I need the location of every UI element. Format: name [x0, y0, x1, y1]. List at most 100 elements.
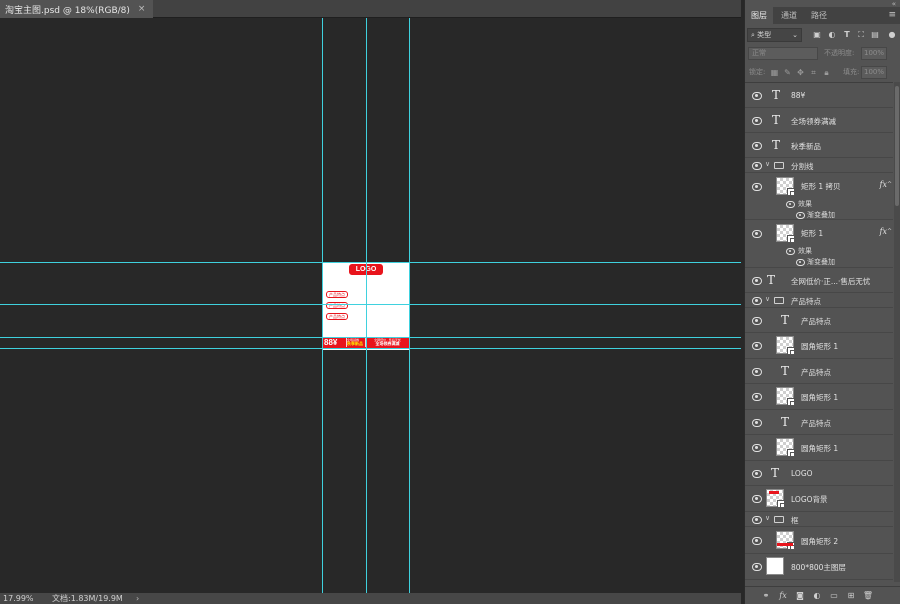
visibility-eye-icon[interactable] — [751, 536, 763, 546]
visibility-eye-icon[interactable] — [751, 229, 763, 239]
lock-artboard-icon[interactable]: ⌗ — [808, 66, 819, 79]
visibility-eye-icon[interactable] — [751, 91, 763, 101]
guide-horizontal[interactable] — [0, 304, 741, 305]
smartobject-filter-icon[interactable]: ▤ — [869, 29, 881, 41]
visibility-eye-icon[interactable] — [751, 316, 763, 326]
layer-row[interactable]: LOGO背景 — [745, 486, 893, 512]
panel-menu-icon[interactable]: ≡ — [888, 7, 896, 24]
visibility-eye-icon[interactable] — [751, 515, 763, 525]
effect-eye-icon[interactable] — [786, 201, 795, 208]
text-layer-icon: T — [781, 313, 790, 327]
layer-row[interactable]: T 全网低价·正...·售后无忧 — [745, 268, 893, 293]
type-filter-icon[interactable]: T — [841, 29, 853, 41]
layer-row[interactable]: T 产品特点 — [745, 359, 893, 384]
visibility-eye-icon[interactable] — [751, 296, 763, 306]
tab-paths[interactable]: 路径 — [805, 7, 833, 24]
filter-type-select[interactable]: ⌕ 类型 ⌄ — [747, 28, 802, 42]
canvas[interactable]: LOGO 产品特点 产品特点 产品特点 88¥ 全场领券 秋季新品 全网低价 ·… — [0, 18, 741, 593]
visibility-eye-icon[interactable] — [751, 494, 763, 504]
layer-group-row[interactable]: ∨ 分割线 — [745, 158, 893, 173]
document-tab-title: 淘宝主图.psd @ 18%(RGB/8) — [5, 5, 130, 16]
layer-thumbnail — [776, 336, 795, 355]
fx-icon[interactable]: fx — [880, 180, 887, 189]
guide-vertical[interactable] — [366, 18, 367, 593]
effect-eye-icon[interactable] — [796, 212, 805, 219]
text-layer-icon: T — [772, 113, 781, 127]
layer-row[interactable]: 圆角矩形 2 — [745, 527, 893, 554]
chevron-up-icon[interactable]: ^ — [887, 181, 892, 188]
layer-row[interactable]: 圆角矩形 1 — [745, 384, 893, 410]
visibility-eye-icon[interactable] — [751, 116, 763, 126]
layer-group-row[interactable]: ∨ 产品特点 — [745, 293, 893, 308]
new-layer-icon[interactable]: ⊞ — [845, 590, 857, 602]
layer-name: 800*800主图层 — [791, 563, 846, 572]
layer-row[interactable]: T 产品特点 — [745, 308, 893, 333]
blend-mode-select[interactable]: 正常 — [748, 47, 818, 60]
tab-layers[interactable]: 图层 — [745, 7, 773, 24]
visibility-eye-icon[interactable] — [751, 418, 763, 428]
layer-group-row[interactable]: ∨ 框 — [745, 512, 893, 527]
visibility-eye-icon[interactable] — [751, 341, 763, 351]
status-menu-arrow-icon[interactable]: › — [136, 593, 139, 604]
layer-row[interactable]: 矩形 1 拷贝 fx ^ 效果 渐变叠加 — [745, 173, 893, 220]
chevron-up-icon[interactable]: ^ — [887, 228, 892, 235]
document-tab[interactable]: 淘宝主图.psd @ 18%(RGB/8) × — [0, 0, 154, 18]
chevron-down-icon[interactable]: ∨ — [765, 295, 770, 303]
visibility-eye-icon[interactable] — [751, 469, 763, 479]
link-layers-icon[interactable]: ⚭ — [760, 590, 772, 602]
new-group-icon[interactable]: ▭ — [828, 590, 840, 602]
layer-row[interactable]: T 全场领券满减 — [745, 108, 893, 133]
layer-row[interactable]: 圆角矩形 1 — [745, 333, 893, 359]
visibility-eye-icon[interactable] — [751, 182, 763, 192]
shape-filter-icon[interactable]: ⛶ — [855, 29, 867, 41]
lock-pixels-icon[interactable]: ▦ — [769, 66, 780, 79]
visibility-eye-icon[interactable] — [751, 161, 763, 171]
filter-toggle-icon[interactable]: ● — [886, 29, 898, 41]
layer-name: 全场领券满减 — [791, 117, 836, 126]
lock-label: 锁定: — [749, 68, 766, 76]
zoom-level[interactable]: 17.99% — [3, 593, 34, 604]
visibility-eye-icon[interactable] — [751, 562, 763, 572]
layer-row[interactable]: 800*800主图层 — [745, 554, 893, 580]
layer-row[interactable]: T LOGO — [745, 461, 893, 486]
add-mask-icon[interactable]: ◙ — [794, 590, 806, 602]
layers-panel: « 图层 通道 路径 ≡ ⌕ 类型 ⌄ ▣ ◐ T ⛶ ▤ ● 正常 不透明度:… — [744, 0, 900, 604]
lock-position-icon[interactable]: ✥ — [795, 66, 806, 79]
new-adjustment-icon[interactable]: ◐ — [811, 590, 823, 602]
close-tab-icon[interactable]: × — [138, 4, 146, 14]
visibility-eye-icon[interactable] — [751, 141, 763, 151]
adjustment-filter-icon[interactable]: ◐ — [826, 29, 838, 41]
layer-row[interactable]: 矩形 1 fx ^ 效果 渐变叠加 — [745, 220, 893, 268]
tab-channels[interactable]: 通道 — [775, 7, 803, 24]
chevron-down-icon[interactable]: ∨ — [765, 160, 770, 168]
visibility-eye-icon[interactable] — [751, 443, 763, 453]
chevron-down-icon[interactable]: ∨ — [765, 514, 770, 522]
guide-vertical[interactable] — [322, 18, 323, 593]
fx-icon[interactable]: fx — [880, 227, 887, 236]
guide-horizontal[interactable] — [0, 348, 741, 349]
scrollbar-thumb[interactable] — [895, 86, 899, 206]
effect-eye-icon[interactable] — [786, 248, 795, 255]
opacity-input[interactable]: 100% — [861, 47, 887, 60]
delete-layer-icon[interactable]: 🗑︎ — [862, 590, 874, 602]
layer-name: 圆角矩形 2 — [801, 537, 839, 546]
layer-row[interactable]: T 88¥ — [745, 83, 893, 108]
guide-horizontal[interactable] — [0, 262, 741, 263]
pixel-filter-icon[interactable]: ▣ — [811, 29, 823, 41]
effect-eye-icon[interactable] — [796, 259, 805, 266]
layer-list-scrollbar[interactable] — [894, 82, 900, 582]
guide-vertical[interactable] — [409, 18, 410, 593]
layer-row[interactable]: T 秋季新品 — [745, 133, 893, 158]
fill-input[interactable]: 100% — [861, 66, 887, 79]
layer-row[interactable]: 圆角矩形 1 — [745, 435, 893, 461]
visibility-eye-icon[interactable] — [751, 392, 763, 402]
layer-row[interactable]: T 产品特点 — [745, 410, 893, 435]
lock-brush-icon[interactable]: ✎ — [782, 66, 793, 79]
layer-name: 矩形 1 拷贝 — [801, 182, 841, 191]
visibility-eye-icon[interactable] — [751, 276, 763, 286]
add-style-icon[interactable]: fx — [777, 590, 789, 602]
search-icon: ⌕ — [751, 31, 755, 39]
guide-horizontal[interactable] — [0, 337, 741, 338]
lock-all-icon[interactable]: 🔒︎ — [821, 66, 832, 79]
visibility-eye-icon[interactable] — [751, 367, 763, 377]
